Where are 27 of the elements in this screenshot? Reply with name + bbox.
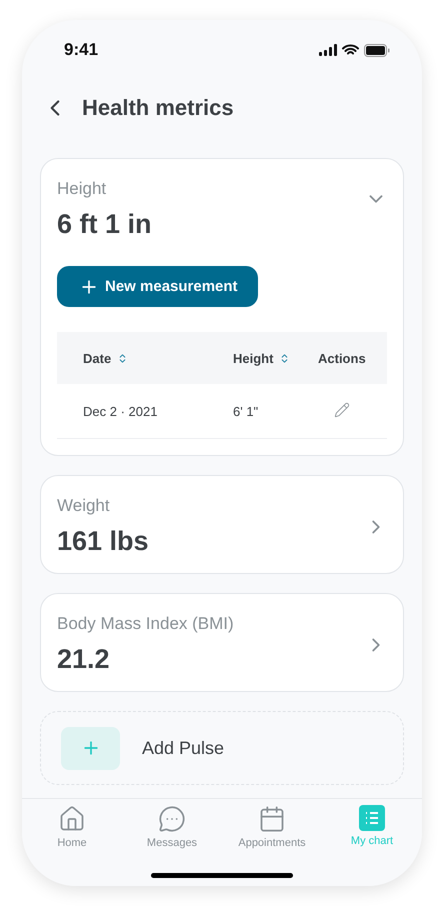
column-header[interactable]: Date [83,350,112,366]
list-icon [359,805,385,831]
metric-label: Body Mass Index (BMI) [57,614,234,634]
table-cell-text: 6' 1" [233,404,260,418]
metric-value: 6 ft 1 in [57,209,152,240]
status-time: 9:41 [64,40,98,60]
column-header: Actions [318,350,366,366]
home-icon [58,805,86,833]
calendar-icon [258,805,286,833]
edit-icon[interactable] [334,402,350,418]
metric-label: Weight [57,496,111,516]
new-measurement-button[interactable]: New measurement [57,266,258,307]
add-metric-row[interactable]: Add Pulse [40,711,404,785]
chat-bubble-icon [158,805,186,833]
metric-card[interactable]: Body Mass Index (BMI) 21.2 [40,593,404,692]
metric-card[interactable]: Height 6 ft 1 in New measurement Date Height Actions Dec 2 · 2021 6' 1" [40,158,404,456]
metric-value: 21.2 [57,644,111,675]
metric-card[interactable]: Weight 161 lbs [40,475,404,574]
metric-value: 161 lbs [57,526,149,557]
add-metric-label: Add Pulse [142,738,224,758]
page-title: Health metrics [82,95,234,121]
table-cell-text: Dec 2 · 2021 [83,404,158,418]
column-header[interactable]: Height [233,350,274,366]
metric-label: Height [57,179,108,199]
signal-icon [319,44,337,56]
battery-icon [364,44,390,56]
wifi-icon [342,44,359,56]
